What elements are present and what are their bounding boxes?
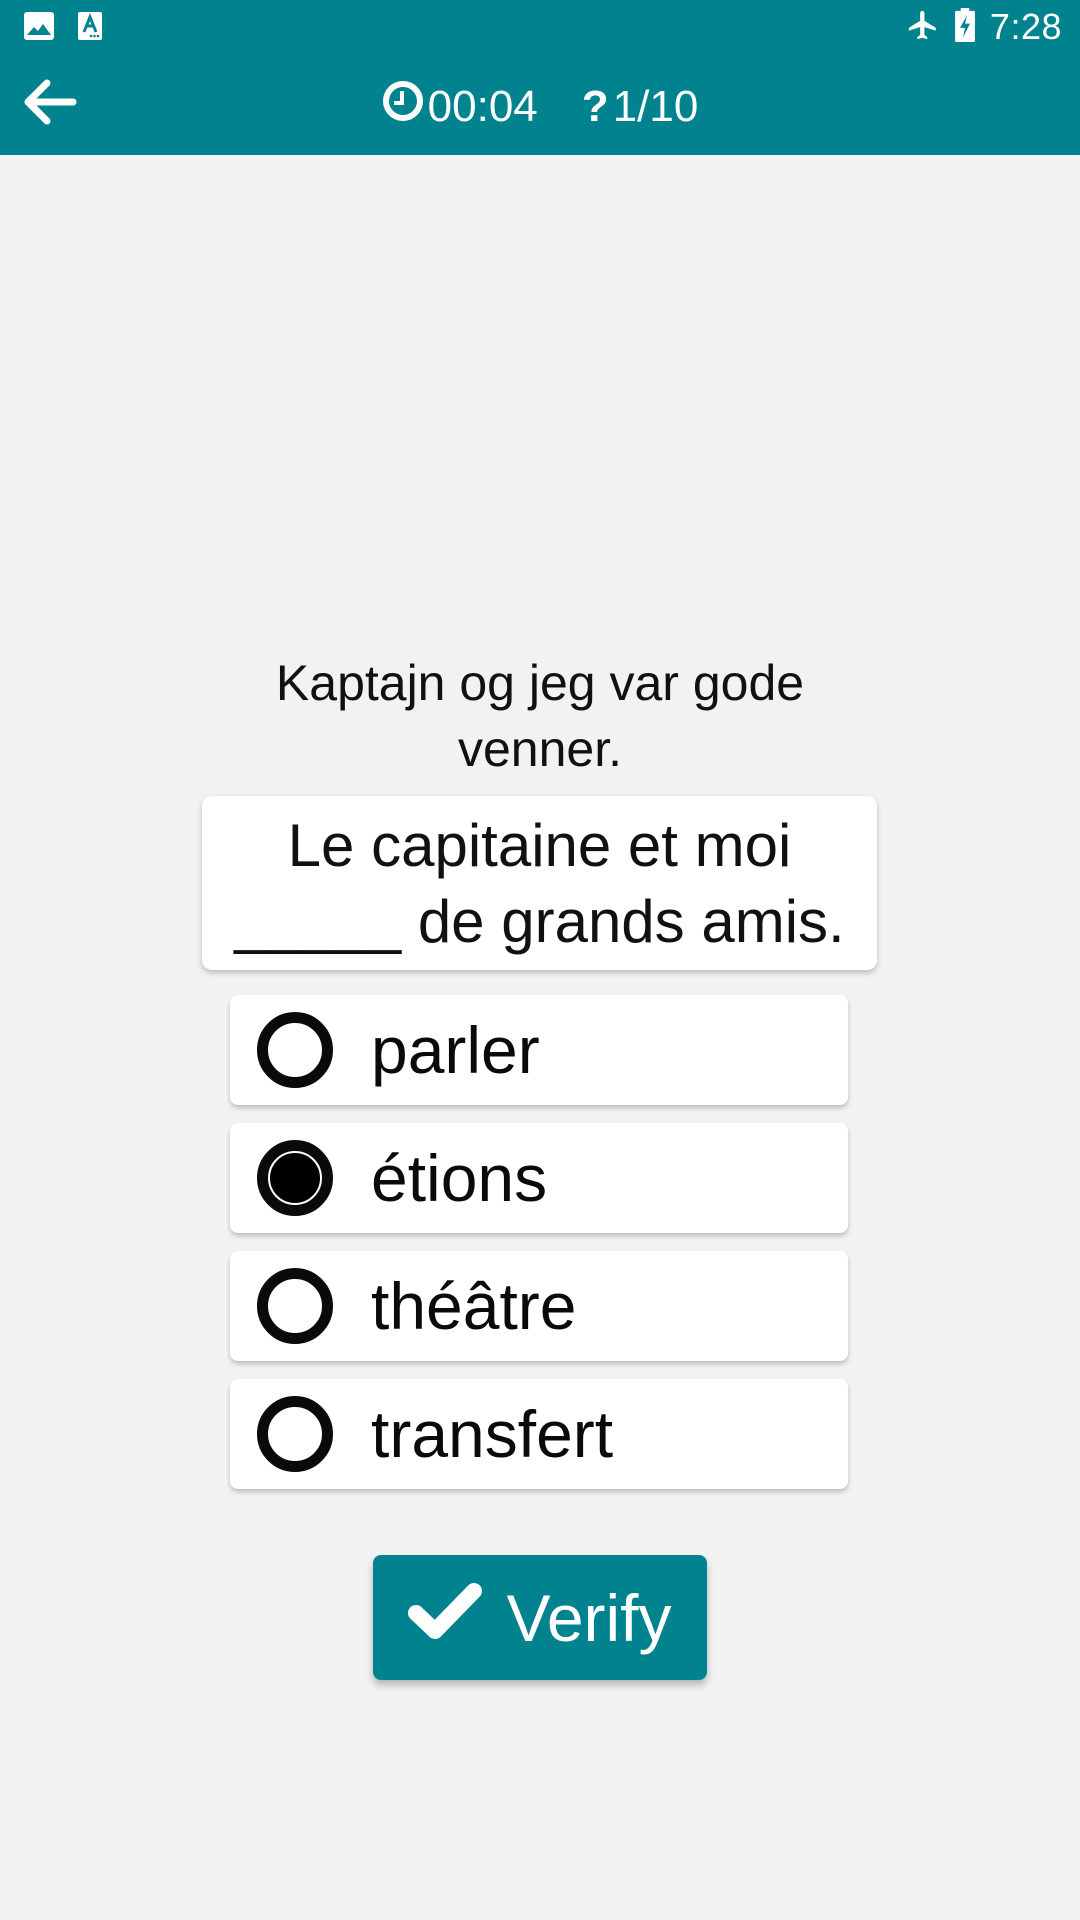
toolbar: 00:04 ? 1/10 [0, 52, 1080, 155]
answer-options: parler étions théâtre transfert [230, 995, 848, 1507]
sentence-line-1: Le capitaine et moi [287, 812, 792, 879]
option-etions[interactable]: étions [230, 1123, 848, 1233]
sentence-card: Le capitaine et moi _____ de grands amis… [202, 796, 877, 970]
verify-button[interactable]: Verify [373, 1555, 707, 1680]
battery-charging-icon [954, 7, 976, 47]
airplane-mode-icon [906, 8, 940, 47]
radio-button[interactable] [257, 1396, 333, 1472]
status-time: 7:28 [989, 6, 1062, 47]
option-label: théâtre [371, 1269, 577, 1343]
question-icon: ? [581, 81, 609, 131]
question-progress: ? 1/10 [582, 82, 699, 132]
accessibility-font-icon [78, 12, 102, 45]
timer: 00:04 [382, 80, 538, 133]
question-prompt: Kaptajn og jeg var gode venner. [275, 655, 805, 777]
option-label: étions [371, 1141, 548, 1215]
option-theatre[interactable]: théâtre [230, 1251, 848, 1361]
sentence-line-2: _____ de grands amis. [234, 888, 845, 955]
progress-value: 1/10 [612, 81, 699, 131]
option-label: transfert [371, 1397, 614, 1471]
option-label: parler [371, 1013, 540, 1087]
checkmark-icon [408, 1580, 483, 1656]
timer-value: 00:04 [427, 81, 538, 131]
verify-label: Verify [506, 1580, 672, 1655]
image-icon [24, 12, 54, 45]
radio-button[interactable] [257, 1012, 333, 1088]
option-parler[interactable]: parler [230, 995, 848, 1105]
clock-icon [382, 80, 424, 133]
option-transfert[interactable]: transfert [230, 1379, 848, 1489]
radio-button-selected[interactable] [257, 1140, 333, 1216]
status-bar: 7:28 [0, 0, 1080, 52]
app-bar: 7:28 00:04 ? 1/10 [0, 0, 1080, 155]
radio-button[interactable] [257, 1268, 333, 1344]
